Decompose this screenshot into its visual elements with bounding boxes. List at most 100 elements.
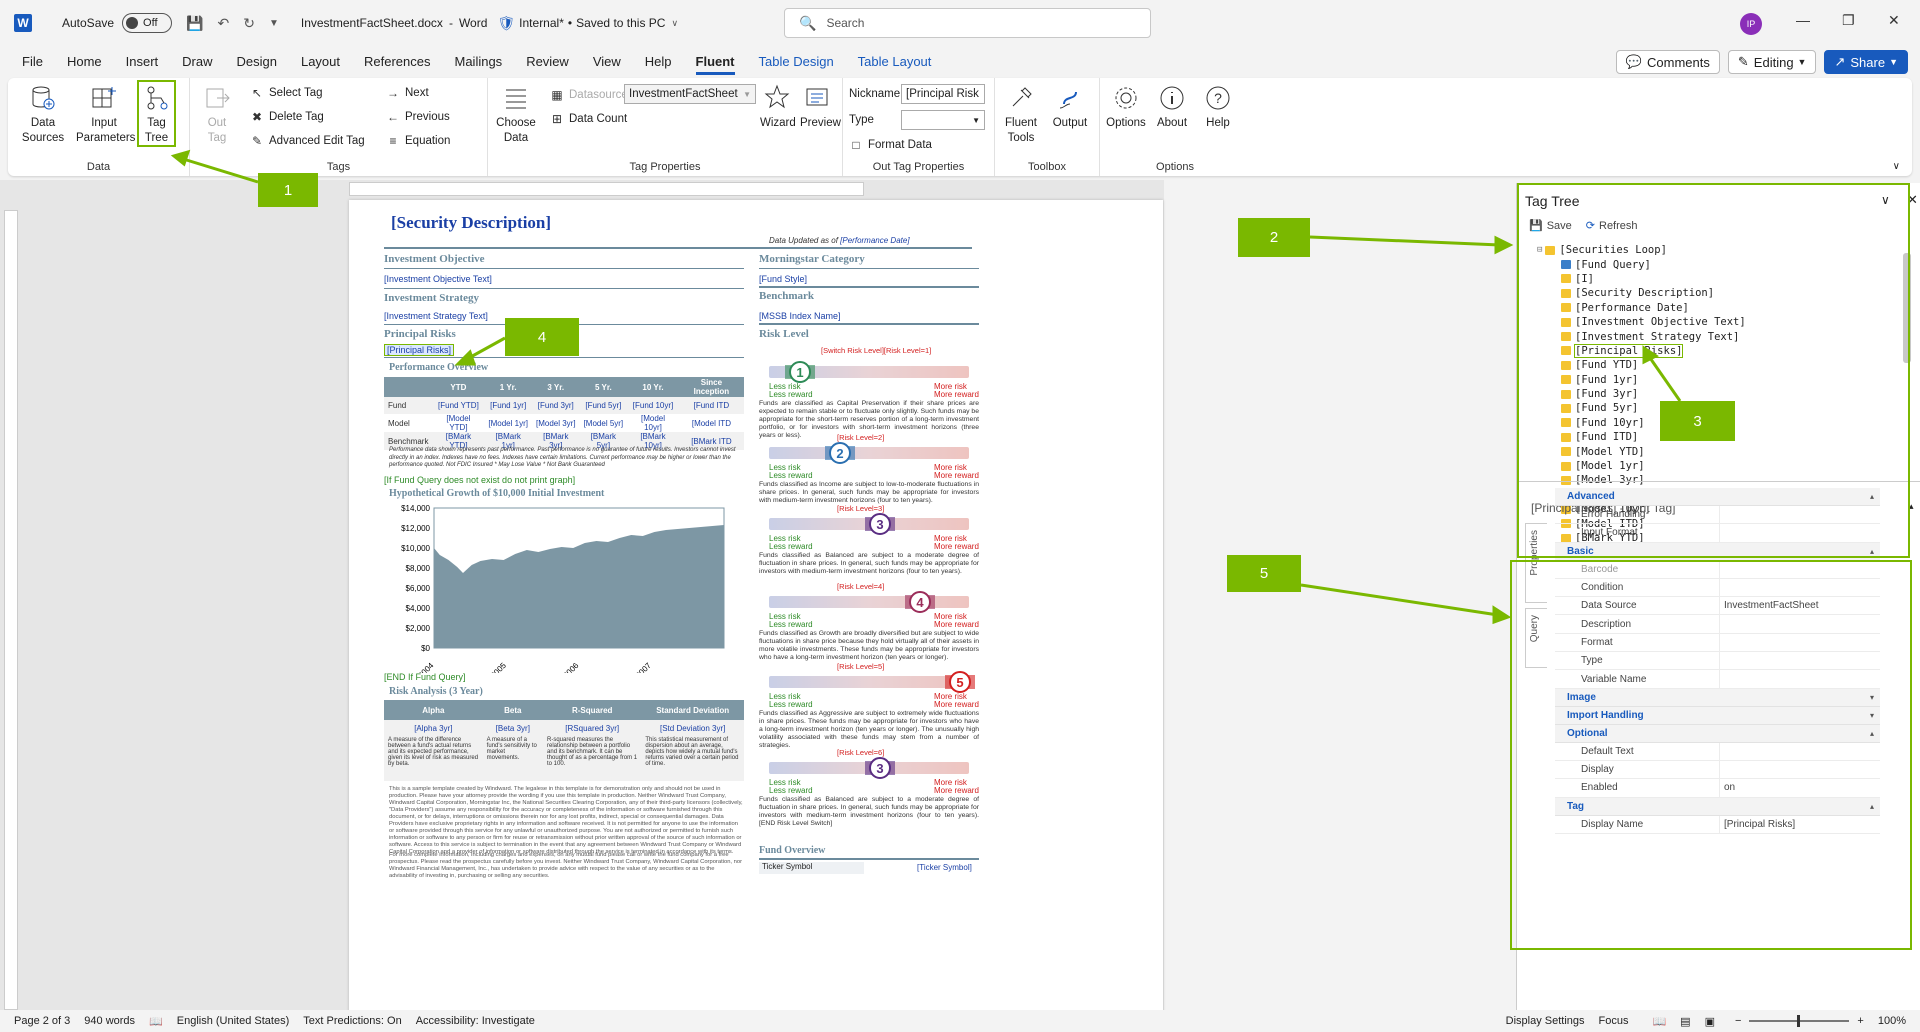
risk-bar — [769, 447, 969, 459]
format-icon: □ — [852, 138, 860, 152]
fund-style: [Fund Style] — [759, 274, 808, 284]
type-combo[interactable]: ▼ — [901, 110, 985, 130]
tab-file[interactable]: File — [22, 54, 43, 69]
advanced-edit-tag-button[interactable]: ✎ Advanced Edit Tag — [250, 134, 365, 148]
delete-tag-button[interactable]: ✖ Delete Tag — [250, 110, 324, 124]
focus-button[interactable]: Focus — [1599, 1015, 1629, 1027]
autosave-toggle[interactable]: Off — [122, 13, 173, 33]
out-tag-button[interactable]: Out Tag — [202, 84, 232, 146]
save-status[interactable]: Saved to this PC — [576, 16, 665, 30]
nickname-input[interactable]: [Principal Risk — [901, 84, 985, 104]
redo-icon[interactable]: ↻ — [243, 15, 255, 32]
share-button[interactable]: ↗ Share ▼ — [1824, 50, 1908, 74]
previous-button[interactable]: ← Previous — [386, 110, 450, 124]
print-layout-icon[interactable]: ▤ — [1680, 1015, 1690, 1028]
y-tick-label: $6,000 — [406, 584, 431, 593]
zoom-level[interactable]: 100% — [1878, 1015, 1906, 1027]
doc-title: [Security Description] — [391, 213, 552, 232]
previous-label: Previous — [405, 111, 450, 123]
restore-icon[interactable]: ❐ — [1842, 12, 1855, 29]
next-button[interactable]: → Next — [386, 86, 429, 100]
zoom-out-icon[interactable]: − — [1735, 1015, 1741, 1027]
avatar[interactable]: IP — [1740, 13, 1762, 35]
tab-references[interactable]: References — [364, 54, 430, 69]
save-icon[interactable]: 💾 — [186, 15, 203, 32]
y-tick-label: $10,000 — [401, 544, 430, 553]
sensitivity-label[interactable]: Internal* — [519, 16, 564, 30]
page-count[interactable]: Page 2 of 3 — [14, 1015, 70, 1027]
read-mode-icon[interactable]: 📖 — [1652, 1015, 1666, 1028]
principal-risks-tag[interactable]: [Principal Risks] — [384, 344, 455, 356]
comments-button[interactable]: 💬 Comments — [1615, 50, 1720, 74]
proofing-icon[interactable]: 📖 — [149, 1015, 163, 1028]
perf-header — [384, 377, 433, 397]
tab-review[interactable]: Review — [526, 54, 569, 69]
options-button[interactable]: Options — [1106, 84, 1146, 131]
tab-table-design[interactable]: Table Design — [759, 54, 834, 69]
datasource-combo[interactable]: InvestmentFactSheet ▼ — [624, 84, 756, 104]
search-box[interactable]: 🔍 Search — [784, 8, 1151, 38]
document-page[interactable]: [Security Description] Data Updated as o… — [349, 200, 1163, 1020]
zoom-in-icon[interactable]: + — [1857, 1015, 1863, 1027]
tab-view[interactable]: View — [593, 54, 621, 69]
risk-desc: R-squared measures the relationship betw… — [543, 737, 642, 781]
tab-table-layout[interactable]: Table Layout — [858, 54, 932, 69]
accessibility[interactable]: Accessibility: Investigate — [416, 1015, 535, 1027]
wizard-button[interactable]: Wizard — [760, 84, 796, 131]
risk-analysis-heading: Risk Analysis (3 Year) — [389, 686, 483, 697]
tab-home[interactable]: Home — [67, 54, 102, 69]
comment-icon: 💬 — [1625, 54, 1643, 69]
annotation-box-tag-tree — [1517, 183, 1910, 558]
select-tag-button[interactable]: ↖ Select Tag — [250, 86, 323, 100]
perf-cell: [Fund 10yr] — [627, 397, 679, 414]
vertical-ruler[interactable] — [4, 210, 18, 1010]
data-sources-button[interactable]: Data Sources — [18, 84, 68, 146]
tab-insert[interactable]: Insert — [126, 54, 159, 69]
text-predictions[interactable]: Text Predictions: On — [303, 1015, 401, 1027]
collapse-ribbon-icon[interactable]: ∨ — [1893, 161, 1900, 172]
autosave-label: AutoSave — [62, 16, 115, 30]
rule — [759, 858, 979, 860]
perf-cell: [Fund 1yr] — [484, 397, 532, 414]
zoom-slider[interactable] — [1749, 1015, 1850, 1027]
risk-header: R-Squared — [543, 700, 642, 720]
minimize-icon[interactable]: — — [1796, 12, 1810, 28]
tab-fluent[interactable]: Fluent — [695, 54, 735, 75]
y-tick-label: $12,000 — [401, 524, 430, 533]
choose-data-button[interactable]: Choose Data — [494, 84, 538, 146]
editing-button[interactable]: ✎ Editing ▼ — [1727, 50, 1817, 74]
chevron-down-icon[interactable]: ∨ — [671, 18, 678, 29]
tab-draw[interactable]: Draw — [182, 54, 212, 69]
pencil-icon: ✎ — [1737, 54, 1749, 69]
display-settings[interactable]: Display Settings — [1506, 1015, 1585, 1027]
fluent-tools-label: Fluent Tools — [1005, 117, 1037, 144]
group-tags: Out Tag ↖ Select Tag ✖ Delete Tag ✎ Advance… — [190, 78, 488, 176]
annotation-5: 5 — [1227, 555, 1301, 592]
horizontal-ruler[interactable] — [349, 182, 864, 196]
customize-qat-icon[interactable]: ▼ — [269, 18, 279, 29]
tab-help[interactable]: Help — [645, 54, 672, 69]
out-tag-label: Out Tag — [207, 117, 227, 144]
risk-desc: A measure of a fund's sensitivity to mar… — [482, 737, 544, 781]
tab-layout[interactable]: Layout — [301, 54, 340, 69]
risk-level-tag: [Risk Level=2] — [837, 433, 885, 442]
tag-tree-button[interactable]: Tag Tree — [137, 80, 176, 147]
undo-icon[interactable]: ↶ — [217, 15, 229, 32]
help-button[interactable]: ? Help — [1198, 84, 1238, 131]
tab-design[interactable]: Design — [237, 54, 277, 69]
preview-button[interactable]: Preview — [800, 84, 841, 131]
input-parameters-button[interactable]: Input Parameters — [76, 84, 135, 146]
language[interactable]: English (United States) — [177, 1015, 290, 1027]
fluent-tools-button[interactable]: Fluent Tools — [1001, 84, 1041, 146]
less-reward-label: Less reward — [769, 786, 813, 795]
tab-mailings[interactable]: Mailings — [455, 54, 503, 69]
output-button[interactable]: Output — [1049, 84, 1091, 131]
web-layout-icon[interactable]: ▣ — [1705, 1015, 1715, 1028]
table-row: Model [Model YTD] [Model 1yr] [Model 3yr] [M… — [384, 414, 744, 432]
word-count[interactable]: 940 words — [84, 1015, 135, 1027]
equation-button[interactable]: ≡ Equation — [386, 134, 450, 148]
about-button[interactable]: About — [1152, 84, 1192, 131]
close-icon[interactable]: ✕ — [1888, 12, 1900, 29]
format-data-button[interactable]: □ Format Data — [849, 138, 932, 152]
data-count-button[interactable]: ⊞ Data Count — [550, 112, 627, 126]
